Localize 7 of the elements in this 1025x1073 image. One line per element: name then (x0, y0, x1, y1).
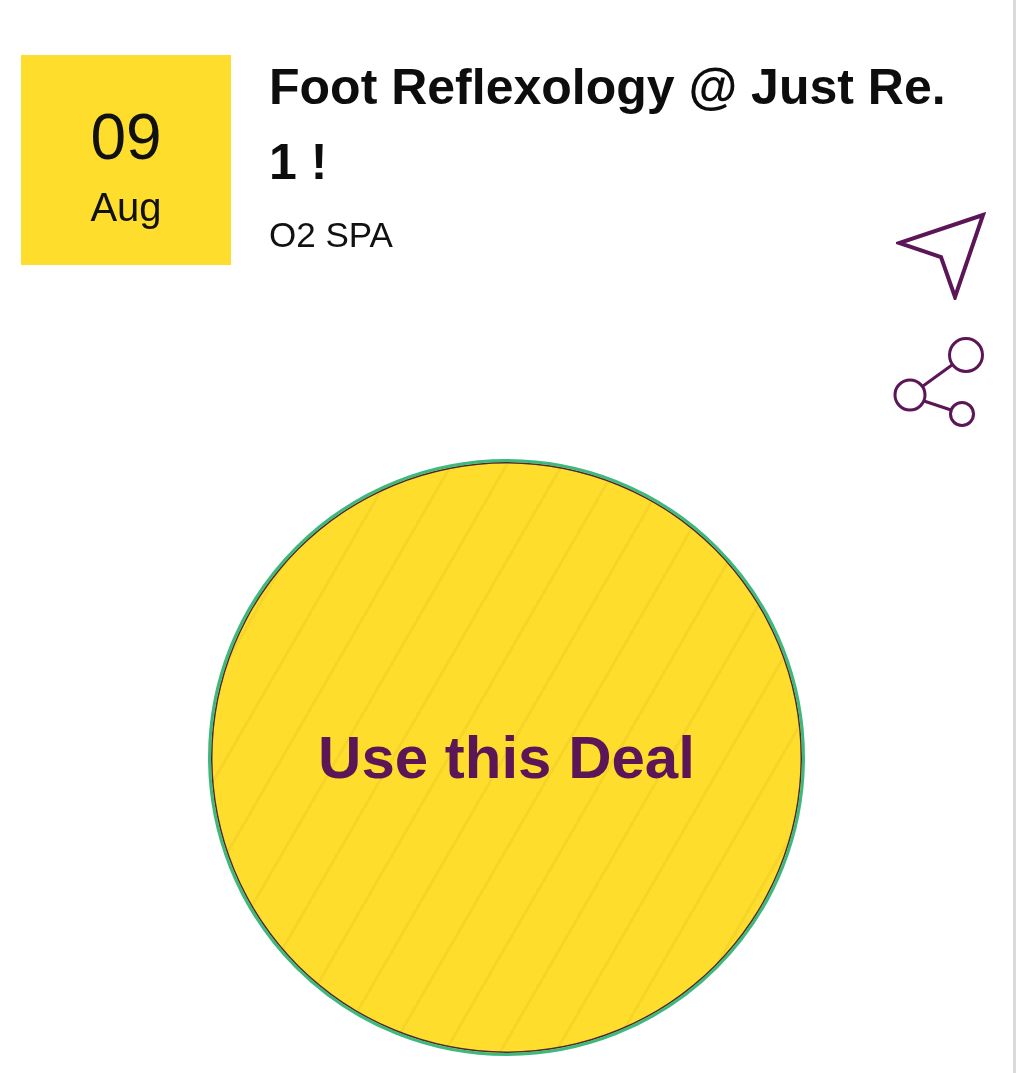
navigation-arrow-icon[interactable] (896, 212, 986, 300)
deal-title: Foot Reflexology @ Just Re. 1 ! (269, 58, 947, 192)
share-icon[interactable] (893, 336, 986, 428)
merchant-name: O2 SPA (269, 214, 393, 256)
date-day: 09 (90, 105, 162, 169)
use-deal-button[interactable]: Use this Deal (208, 459, 805, 1056)
date-month: Aug (90, 185, 162, 229)
